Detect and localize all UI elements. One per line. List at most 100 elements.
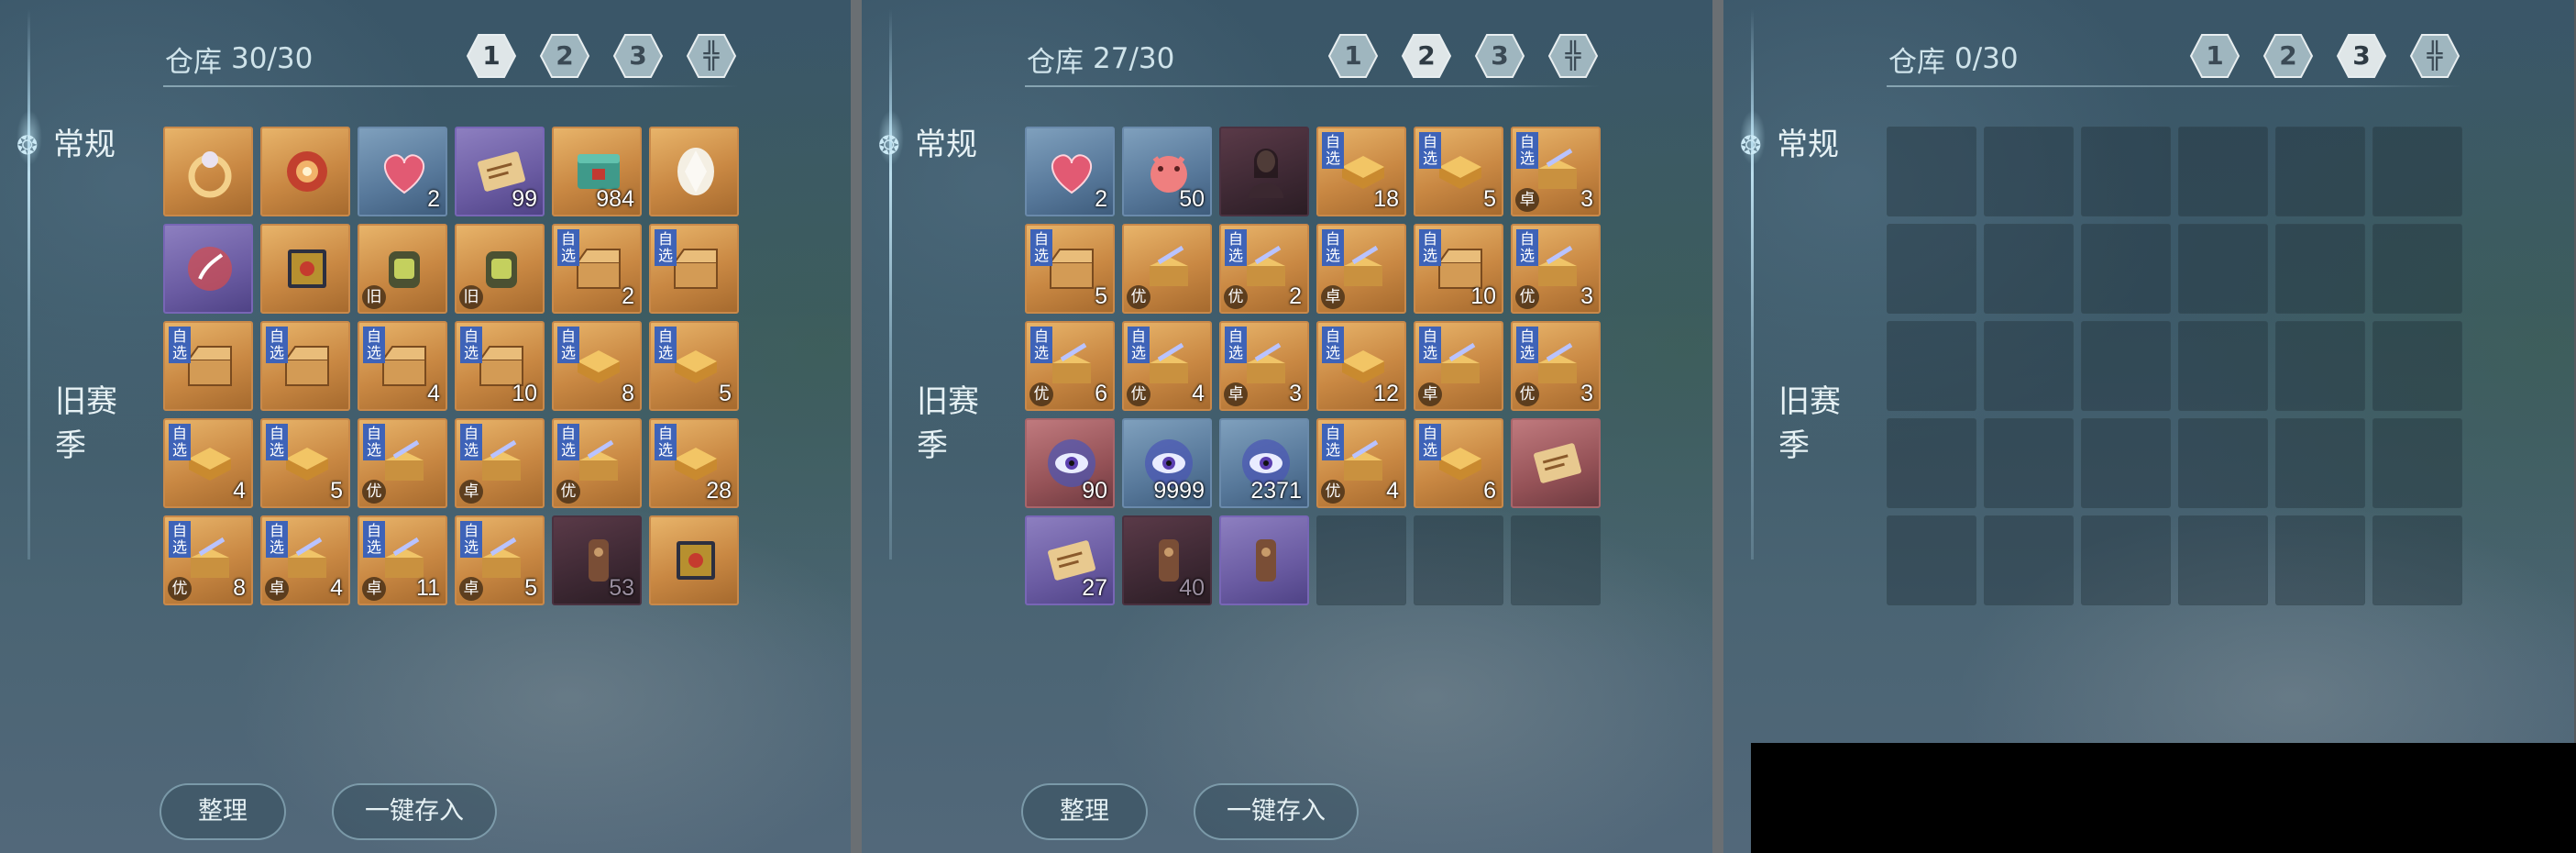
item-slot[interactable]: 自选 5 bbox=[1025, 224, 1115, 314]
empty-slot bbox=[1984, 321, 2074, 411]
item-slot[interactable]: 自选卓 3 bbox=[1219, 321, 1309, 411]
category-old-season[interactable]: 旧赛季 bbox=[55, 380, 128, 468]
item-slot[interactable]: 50 bbox=[1122, 127, 1212, 216]
item-quantity: 2 bbox=[1289, 283, 1302, 309]
item-slot[interactable]: 自选 12 bbox=[1316, 321, 1406, 411]
item-slot[interactable]: 自选 10 bbox=[455, 321, 545, 411]
sort-button[interactable]: 整理 bbox=[160, 783, 286, 840]
page-tab-locked[interactable]: ╬ bbox=[1547, 33, 1599, 79]
item-slot[interactable] bbox=[260, 224, 350, 314]
select-tag: 自选 bbox=[557, 424, 579, 460]
page-tab-2[interactable]: 2 bbox=[1401, 33, 1452, 79]
item-slot[interactable]: 自选 bbox=[163, 321, 253, 411]
page-tab-2[interactable]: 2 bbox=[539, 33, 590, 79]
item-quantity: 4 bbox=[330, 575, 343, 601]
item-slot[interactable]: 自选优 4 bbox=[1316, 418, 1406, 508]
item-slot[interactable]: 自选卓 bbox=[1414, 321, 1503, 411]
page-tab-1[interactable]: 1 bbox=[1327, 33, 1379, 79]
item-slot[interactable]: 自选优 bbox=[552, 418, 642, 508]
item-slot[interactable] bbox=[163, 127, 253, 216]
item-slot[interactable]: 自选 10 bbox=[1414, 224, 1503, 314]
sort-button[interactable]: 整理 bbox=[1021, 783, 1148, 840]
item-slot[interactable]: 自选优 6 bbox=[1025, 321, 1115, 411]
item-slot[interactable]: 自选优 3 bbox=[1511, 321, 1601, 411]
item-slot[interactable]: 2371 bbox=[1219, 418, 1309, 508]
item-slot[interactable]: 自选优 bbox=[358, 418, 447, 508]
item-slot[interactable]: 2 bbox=[1025, 127, 1115, 216]
item-slot[interactable]: 2 bbox=[358, 127, 447, 216]
item-slot[interactable] bbox=[649, 127, 739, 216]
page-tab-3[interactable]: 3 bbox=[612, 33, 664, 79]
select-tag: 自选 bbox=[1419, 229, 1441, 266]
item-slot[interactable] bbox=[1219, 515, 1309, 605]
item-slot[interactable] bbox=[163, 224, 253, 314]
item-slot[interactable]: 9999 bbox=[1122, 418, 1212, 508]
item-slot[interactable]: 自选卓 11 bbox=[358, 515, 447, 605]
item-slot[interactable]: 自选卓 5 bbox=[455, 515, 545, 605]
item-slot[interactable]: 自选 4 bbox=[358, 321, 447, 411]
item-slot[interactable]: 自选卓 bbox=[455, 418, 545, 508]
page-tab-3[interactable]: 3 bbox=[2336, 33, 2387, 79]
item-slot[interactable]: 自选卓 4 bbox=[260, 515, 350, 605]
item-slot[interactable]: 自选 18 bbox=[1316, 127, 1406, 216]
item-quantity: 8 bbox=[233, 575, 246, 601]
item-slot[interactable] bbox=[1511, 418, 1601, 508]
category-general-label: 常规 bbox=[1777, 127, 1839, 163]
warehouse-capacity: 30/30 bbox=[231, 42, 314, 75]
book-icon bbox=[666, 530, 726, 591]
item-slot[interactable]: 自选 6 bbox=[1414, 418, 1503, 508]
item-quantity: 28 bbox=[706, 478, 732, 504]
category-general[interactable]: ❂ 常规 bbox=[878, 123, 977, 167]
category-general[interactable]: ❂ 常规 bbox=[17, 123, 116, 167]
item-slot[interactable]: 自选 bbox=[649, 224, 739, 314]
item-slot[interactable]: 自选 5 bbox=[1414, 127, 1503, 216]
select-tag: 自选 bbox=[1322, 132, 1344, 169]
item-slot[interactable]: 自选卓 3 bbox=[1511, 127, 1601, 216]
item-slot[interactable]: 自选优 3 bbox=[1511, 224, 1601, 314]
item-quantity: 2 bbox=[622, 283, 634, 309]
item-slot[interactable]: 自选 bbox=[260, 321, 350, 411]
page-tab-1[interactable]: 1 bbox=[466, 33, 517, 79]
category-old-season[interactable]: 旧赛季 bbox=[1778, 380, 1852, 468]
page-tab-3[interactable]: 3 bbox=[1474, 33, 1525, 79]
category-old-season[interactable]: 旧赛季 bbox=[917, 380, 990, 468]
item-slot[interactable]: 优 bbox=[1122, 224, 1212, 314]
item-slot[interactable]: 984 bbox=[552, 127, 642, 216]
item-slot[interactable]: 自选优 4 bbox=[1122, 321, 1212, 411]
empty-slot bbox=[1984, 418, 2074, 508]
select-tag: 自选 bbox=[266, 424, 288, 460]
select-tag: 自选 bbox=[363, 521, 385, 558]
item-slot[interactable]: 90 bbox=[1025, 418, 1115, 508]
category-general[interactable]: ❂ 常规 bbox=[1740, 123, 1839, 167]
item-slot[interactable]: 自选 4 bbox=[163, 418, 253, 508]
select-tag: 自选 bbox=[655, 424, 677, 460]
grade-badge: 卓 bbox=[362, 577, 386, 601]
item-slot[interactable]: 自选优 2 bbox=[1219, 224, 1309, 314]
page-tab-1[interactable]: 1 bbox=[2189, 33, 2240, 79]
item-slot[interactable]: 自选 5 bbox=[260, 418, 350, 508]
item-slot[interactable]: 自选 2 bbox=[552, 224, 642, 314]
item-slot[interactable]: 自选 8 bbox=[552, 321, 642, 411]
page-tab-locked[interactable]: ╬ bbox=[2409, 33, 2460, 79]
item-slot[interactable]: 自选优 8 bbox=[163, 515, 253, 605]
store-all-button[interactable]: 一键存入 bbox=[1194, 783, 1359, 840]
item-slot[interactable]: 53 bbox=[552, 515, 642, 605]
item-slot[interactable]: 99 bbox=[455, 127, 545, 216]
page-tab-locked[interactable]: ╬ bbox=[686, 33, 737, 79]
store-all-button[interactable]: 一键存入 bbox=[332, 783, 497, 840]
item-quantity: 4 bbox=[1192, 381, 1205, 406]
item-slot[interactable]: 40 bbox=[1122, 515, 1212, 605]
page-tab-2[interactable]: 2 bbox=[2262, 33, 2314, 79]
category-rail bbox=[889, 9, 892, 559]
item-quantity: 5 bbox=[719, 381, 732, 406]
item-slot[interactable]: 旧 bbox=[455, 224, 545, 314]
item-slot[interactable]: 自选 28 bbox=[649, 418, 739, 508]
item-slot[interactable]: 旧 bbox=[358, 224, 447, 314]
warehouse-header: 仓库 0/30 bbox=[1888, 40, 2019, 79]
item-slot[interactable]: 27 bbox=[1025, 515, 1115, 605]
item-slot[interactable] bbox=[649, 515, 739, 605]
item-slot[interactable]: 自选 5 bbox=[649, 321, 739, 411]
item-slot[interactable]: 自选卓 bbox=[1316, 224, 1406, 314]
item-slot[interactable] bbox=[260, 127, 350, 216]
item-slot[interactable] bbox=[1219, 127, 1309, 216]
